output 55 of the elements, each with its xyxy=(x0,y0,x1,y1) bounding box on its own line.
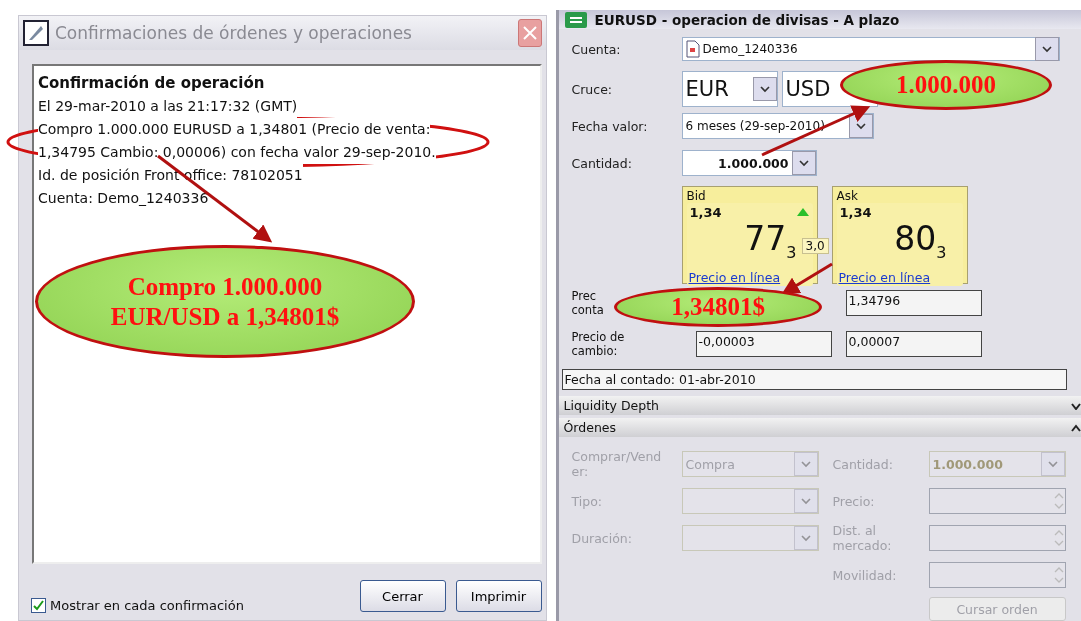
big-figure: 1,34 xyxy=(838,204,873,222)
callout-text: 1.000.000 xyxy=(896,70,996,100)
quote-card[interactable]: Ask 1,34 80$_{3}$ Precio en línea xyxy=(831,186,968,284)
dropdown-button[interactable] xyxy=(791,151,816,175)
check-icon xyxy=(33,599,44,611)
field-label: Prec conta xyxy=(571,289,604,317)
big-figure: 1,34 xyxy=(688,204,723,222)
app-icon xyxy=(564,11,587,28)
field-label: Precio de cambio: xyxy=(571,330,625,358)
field-label: Duración: xyxy=(571,530,633,546)
callout-text: Compro 1.000.000 xyxy=(127,271,323,302)
field-label: Cantidad: xyxy=(831,456,894,472)
app-icon xyxy=(23,20,49,46)
close-icon xyxy=(522,26,537,40)
section-header[interactable]: Órdenes xyxy=(558,418,1081,437)
spot-date-field: Fecha al contado: 01-abr-2010 xyxy=(561,369,1067,390)
quote-side: Ask xyxy=(836,189,859,203)
field-label: Cuenta: xyxy=(571,41,622,57)
close-button[interactable] xyxy=(517,19,542,47)
window-title: Confirmaciones de órdenes y operaciones xyxy=(55,23,413,43)
date-dropdown[interactable]: 6 meses (29-sep-2010) xyxy=(681,113,874,139)
pips-value: 80$_{3}$ xyxy=(894,222,947,264)
currency-dropdown[interactable]: EUR xyxy=(681,71,778,107)
checkbox-label: Mostrar en cada confirmación xyxy=(50,597,244,613)
callout-text: 1,34801$ xyxy=(671,292,765,322)
quote-side: Bid xyxy=(686,189,707,203)
field-label: Tipo: xyxy=(571,493,604,509)
pips-value: 77$_{3}$ xyxy=(744,222,797,264)
chevron-icon xyxy=(1071,401,1081,410)
account-dropdown[interactable]: Demo_1240336 xyxy=(681,37,1060,61)
window-title: EURUSD - operacion de divisas - A plazo xyxy=(594,11,900,28)
price-field: -0,00003 xyxy=(695,331,832,357)
field-label: Precio: xyxy=(831,493,876,509)
dialog-button[interactable]: Imprimir xyxy=(455,580,542,612)
pointer-arrow xyxy=(781,262,833,295)
field-label: Comprar/Vender: xyxy=(571,449,663,479)
spread-value: 3,0 xyxy=(801,238,829,254)
online-price-link[interactable]: Precio en línea xyxy=(688,269,781,285)
document-icon xyxy=(684,40,701,58)
checkbox[interactable] xyxy=(31,597,46,613)
section-header[interactable]: Liquidity Depth xyxy=(558,396,1081,415)
dialog-button[interactable]: Cerrar xyxy=(359,580,446,612)
price-field: 1,34796 xyxy=(845,290,982,316)
dropdown-button[interactable] xyxy=(752,77,777,101)
field-label: Cantidad: xyxy=(571,155,633,171)
chevron-icon xyxy=(1071,423,1081,432)
field-label: Movilidad: xyxy=(831,567,898,583)
field-label: Cruce: xyxy=(571,81,614,97)
online-price-link[interactable]: Precio en línea xyxy=(838,269,931,285)
field-label: Dist. al mercado: xyxy=(831,523,893,553)
price-field: 0,00007 xyxy=(845,331,982,357)
field-label: Fecha valor: xyxy=(571,118,649,134)
dropdown-button[interactable] xyxy=(1034,37,1059,61)
callout-text: EUR/USD a 1,34801$ xyxy=(110,301,340,332)
quantity-dropdown[interactable]: 1.000.000 xyxy=(681,150,817,176)
